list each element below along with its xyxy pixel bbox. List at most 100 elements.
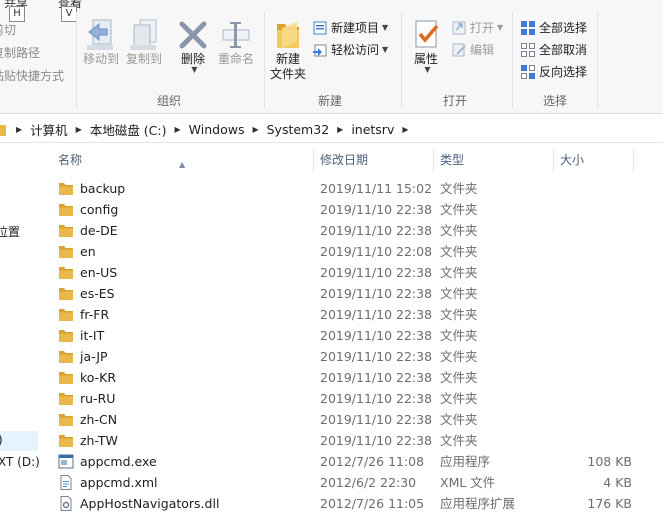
file-row[interactable]: ja-JP 2019/11/10 22:38 文件夹 <box>58 346 658 367</box>
file-row[interactable]: es-ES 2019/11/10 22:38 文件夹 <box>58 283 658 304</box>
nav-item-drive-d[interactable]: XT (D:) <box>0 455 40 469</box>
file-row[interactable]: zh-TW 2019/11/10 22:38 文件夹 <box>58 430 658 451</box>
group-separator <box>597 12 598 108</box>
file-row[interactable]: backup 2019/11/11 15:02 文件夹 <box>58 178 658 199</box>
file-type: 应用程序扩展 <box>440 496 516 511</box>
edit-icon <box>452 43 466 56</box>
new-item-dropdown-icon: ▼ <box>382 23 389 32</box>
paste-shortcut-button[interactable]: 粘贴快捷方式 <box>0 67 64 84</box>
file-name: de-DE <box>80 223 118 238</box>
file-type: 文件夹 <box>440 370 478 385</box>
invert-selection-label: 反向选择 <box>539 65 588 79</box>
new-folder-button[interactable]: 新建 文件夹 <box>268 18 308 82</box>
column-header-size[interactable]: 大小 <box>554 149 634 172</box>
file-date: 2019/11/10 22:38 <box>320 370 433 385</box>
folder-icon <box>58 223 74 241</box>
breadcrumb-windows[interactable]: Windows <box>189 122 245 137</box>
move-to-button[interactable]: 移动到 <box>80 18 122 67</box>
easy-access-dropdown-icon: ▼ <box>382 45 389 54</box>
copy-to-button[interactable]: 复制到 <box>123 18 165 67</box>
nav-item-label: ) <box>0 433 3 447</box>
file-date: 2019/11/10 22:38 <box>320 286 433 301</box>
open-button[interactable]: 打开 ▼ <box>451 19 503 36</box>
file-row[interactable]: appcmd.xml 2012/6/2 22:30 XML 文件 4 KB <box>58 472 658 493</box>
file-type: 文件夹 <box>440 328 478 343</box>
chevron-right-icon[interactable]: ▶ <box>76 125 82 134</box>
folder-icon <box>0 124 6 136</box>
breadcrumb-system32[interactable]: System32 <box>267 122 330 137</box>
rename-icon <box>222 22 250 48</box>
copy-path-button[interactable]: 复制路径 <box>0 44 40 61</box>
easy-access-button[interactable]: 轻松访问 ▼ <box>312 41 388 58</box>
breadcrumb-inetsrv[interactable]: inetsrv <box>351 122 394 137</box>
file-date: 2012/7/26 11:08 <box>320 454 425 469</box>
file-type: 文件夹 <box>440 286 478 301</box>
column-header-name[interactable]: 名称 ▲ <box>44 149 314 172</box>
file-name: appcmd.exe <box>80 454 157 469</box>
folder-icon <box>58 265 74 283</box>
column-header-date-label: 修改日期 <box>320 153 369 167</box>
rename-button[interactable]: 重命名 <box>215 18 257 67</box>
select-all-button[interactable]: 全部选择 <box>520 19 587 36</box>
chevron-right-icon[interactable]: ▶ <box>402 125 408 134</box>
chevron-right-icon[interactable]: ▶ <box>16 125 22 134</box>
new-item-button[interactable]: 新建项目 ▼ <box>312 19 388 36</box>
file-date: 2019/11/10 22:38 <box>320 412 433 427</box>
file-name: appcmd.xml <box>80 475 158 490</box>
select-group-label: 选择 <box>543 94 568 108</box>
breadcrumb-local-disk[interactable]: 本地磁盘 (C:) <box>90 120 167 139</box>
breadcrumb-computer[interactable]: 计算机 <box>30 120 68 139</box>
chevron-right-icon[interactable]: ▶ <box>175 125 181 134</box>
application-icon <box>58 454 74 472</box>
file-date: 2019/11/10 22:38 <box>320 328 433 343</box>
chevron-right-icon[interactable]: ▶ <box>337 125 343 134</box>
rename-label: 重命名 <box>217 52 254 66</box>
folder-icon <box>58 286 74 304</box>
file-row[interactable]: it-IT 2019/11/10 22:38 文件夹 <box>58 325 658 346</box>
file-row[interactable]: de-DE 2019/11/10 22:38 文件夹 <box>58 220 658 241</box>
file-row[interactable]: en 2019/11/10 22:08 文件夹 <box>58 241 658 262</box>
file-row[interactable]: en-US 2019/11/10 22:38 文件夹 <box>58 262 658 283</box>
nav-item-selected[interactable]: ) <box>0 431 38 451</box>
cut-button[interactable]: 剪切 <box>0 21 16 38</box>
dll-file-icon <box>58 496 74 514</box>
column-header-type[interactable]: 类型 <box>434 149 554 172</box>
column-header-date[interactable]: 修改日期 <box>314 149 434 172</box>
folder-icon <box>58 244 74 262</box>
sort-up-icon: ▲ <box>179 160 186 169</box>
keytip-view: V <box>61 6 77 22</box>
file-name: ko-KR <box>80 370 117 385</box>
file-row[interactable]: appcmd.exe 2012/7/26 11:08 应用程序 108 KB <box>58 451 658 472</box>
file-name: config <box>80 202 119 217</box>
file-row[interactable]: AppHostNavigators.dll 2012/7/26 11:05 应用程序… <box>58 493 658 514</box>
select-none-label: 全部取消 <box>539 43 588 57</box>
properties-icon <box>415 20 439 48</box>
file-row[interactable]: config 2019/11/10 22:38 文件夹 <box>58 199 658 220</box>
nav-item-location[interactable]: 位置 <box>0 223 20 240</box>
file-row[interactable]: zh-CN 2019/11/10 22:38 文件夹 <box>58 409 658 430</box>
file-row[interactable]: ru-RU 2019/11/10 22:38 文件夹 <box>58 388 658 409</box>
delete-button[interactable]: 删除 ▼ <box>175 18 211 74</box>
file-size: 4 KB <box>603 475 632 490</box>
folder-icon <box>58 433 74 451</box>
chevron-right-icon[interactable]: ▶ <box>252 125 258 134</box>
file-date: 2019/11/10 22:38 <box>320 265 433 280</box>
file-row[interactable]: ko-KR 2019/11/10 22:38 文件夹 <box>58 367 658 388</box>
select-none-button[interactable]: 全部取消 <box>520 41 587 58</box>
file-type: 文件夹 <box>440 391 478 406</box>
column-header-size-label: 大小 <box>560 153 585 167</box>
organize-group-label: 组织 <box>157 94 182 108</box>
invert-selection-button[interactable]: 反向选择 <box>520 63 587 80</box>
file-row[interactable]: fr-FR 2019/11/10 22:38 文件夹 <box>58 304 658 325</box>
address-bar[interactable]: ▶ 计算机 ▶ 本地磁盘 (C:) ▶ Windows ▶ System32 ▶… <box>0 114 663 143</box>
properties-button[interactable]: 属性 ▼ <box>406 18 446 74</box>
new-group-label: 新建 <box>318 94 343 108</box>
file-date: 2012/7/26 11:05 <box>320 496 425 511</box>
folder-icon <box>58 391 74 409</box>
file-type: 文件夹 <box>440 349 478 364</box>
file-date: 2019/11/10 22:38 <box>320 307 433 322</box>
edit-button[interactable]: 编辑 <box>451 41 494 58</box>
delete-icon <box>179 21 207 49</box>
group-separator <box>264 12 265 108</box>
ribbon: 共享 查看 H V 剪切 复制路径 粘贴快捷方式 移动到 复制到 删除 ▼ <box>0 0 663 114</box>
